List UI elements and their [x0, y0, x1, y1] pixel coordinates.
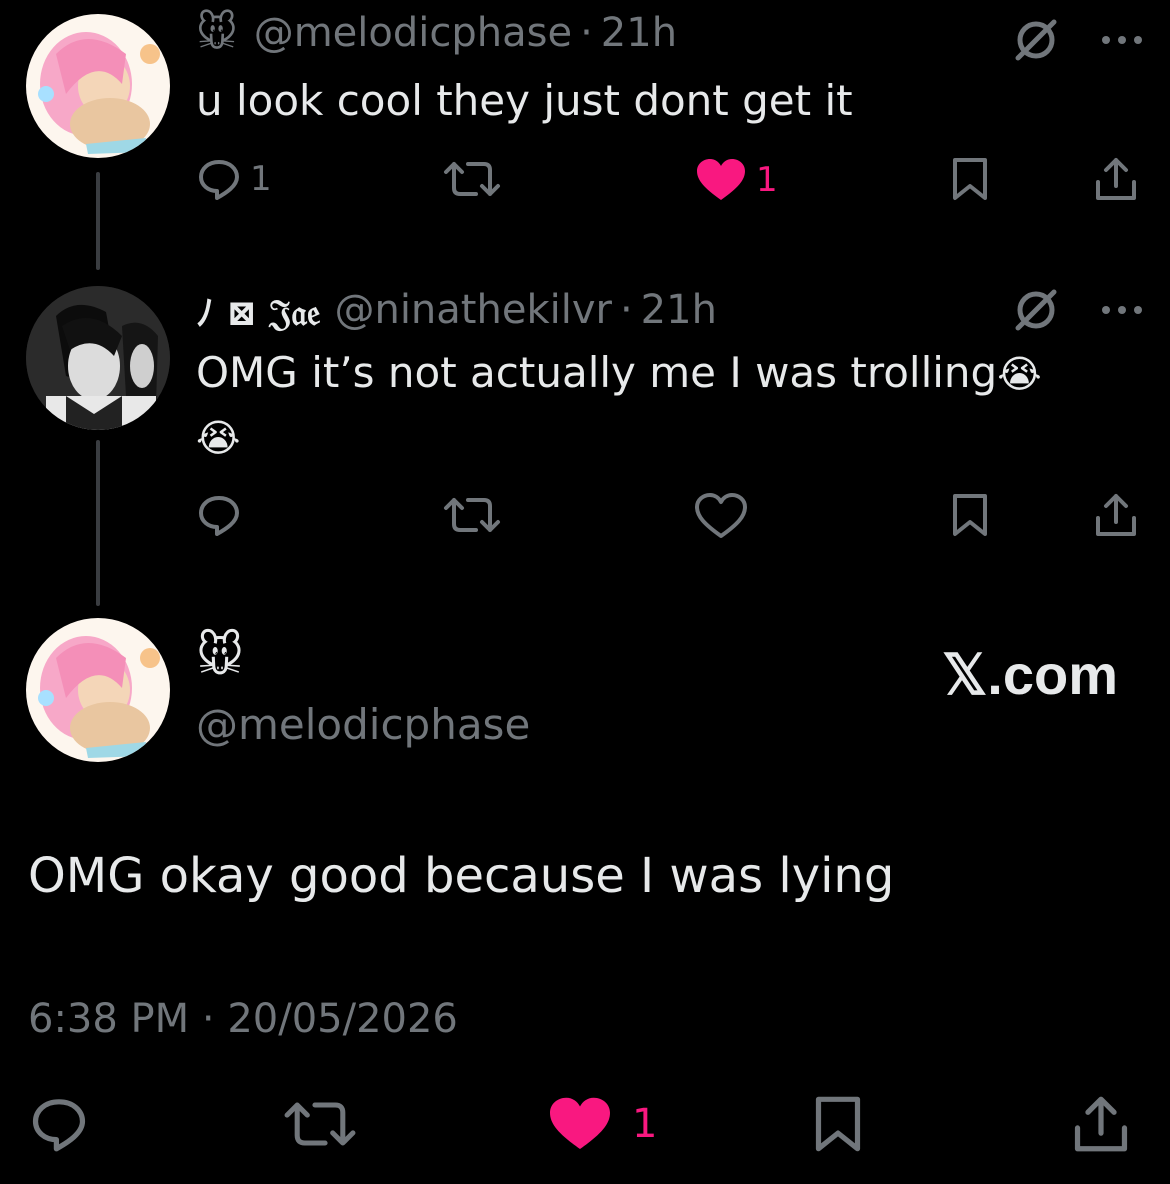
- avatar-melodicphase[interactable]: [26, 14, 170, 158]
- tweet-corner-icons: [1012, 18, 1144, 62]
- reply-icon: [196, 492, 242, 538]
- tweet-time[interactable]: 21h: [601, 10, 677, 56]
- user-handle[interactable]: @melodicphase: [254, 10, 572, 56]
- user-handle[interactable]: @melodicphase: [196, 700, 530, 749]
- bookmark-button[interactable]: [812, 1094, 864, 1154]
- share-button[interactable]: [1094, 156, 1138, 202]
- reply-button[interactable]: [28, 1094, 90, 1154]
- main-tweet-action-bar: 1: [28, 1094, 1138, 1154]
- thread-page: 🐭 @melodicphase · 21h u look cool they j…: [0, 0, 1170, 1184]
- tweet-time[interactable]: 21h: [641, 287, 717, 333]
- bookmark-icon: [950, 156, 990, 202]
- separator-dot: ·: [580, 10, 593, 56]
- reply-icon: [28, 1094, 90, 1154]
- share-icon: [1094, 492, 1138, 538]
- heart-icon: [694, 492, 748, 540]
- heart-icon: [546, 1094, 614, 1154]
- bookmark-icon: [812, 1094, 864, 1154]
- reply-button[interactable]: [196, 492, 242, 538]
- thread-connector-line: [96, 172, 100, 270]
- share-button[interactable]: [1072, 1094, 1130, 1154]
- tweet-timestamp[interactable]: 6:38 PM · 20/05/2026: [28, 996, 458, 1042]
- display-name[interactable]: ﾉ ⊠ 𝔍𝔞𝔢: [196, 284, 320, 336]
- bookmark-button[interactable]: [950, 492, 990, 538]
- grok-icon[interactable]: [1012, 18, 1060, 62]
- like-count: 1: [632, 1101, 658, 1147]
- avatar-ninathekilvr[interactable]: [26, 286, 170, 430]
- tweet-header: ﾉ ⊠ 𝔍𝔞𝔢 @ninathekilvr · 21h: [196, 284, 717, 336]
- retweet-button[interactable]: [442, 156, 502, 202]
- main-tweet-text: OMG okay good because I was lying: [28, 848, 895, 904]
- tweet-text-body: OMG it’s not actually me I was trolling: [196, 348, 998, 397]
- bookmark-icon: [950, 492, 990, 538]
- retweet-button[interactable]: [282, 1094, 358, 1154]
- thread-connector-line: [96, 440, 100, 606]
- like-button[interactable]: 1: [546, 1094, 657, 1154]
- more-icon[interactable]: [1100, 304, 1144, 316]
- heart-icon: [694, 156, 748, 204]
- more-icon[interactable]: [1100, 34, 1144, 46]
- x-com-watermark: 𝕏.com: [942, 643, 1118, 706]
- share-icon: [1072, 1094, 1130, 1154]
- grok-icon[interactable]: [1012, 288, 1060, 332]
- share-button[interactable]: [1094, 492, 1138, 538]
- crying-emoji: 😭: [196, 416, 241, 460]
- crying-emoji: 😭: [997, 352, 1042, 396]
- like-button[interactable]: 1: [694, 156, 778, 204]
- display-name-emoji[interactable]: 🐭: [196, 628, 244, 682]
- separator-dot: ·: [619, 287, 633, 333]
- retweet-button[interactable]: [442, 492, 502, 538]
- retweet-icon: [282, 1094, 358, 1154]
- tweet-action-bar: [196, 492, 1146, 542]
- display-name-emoji[interactable]: 🐭: [196, 10, 238, 56]
- reply-icon: [196, 156, 242, 202]
- bookmark-button[interactable]: [950, 156, 990, 202]
- reply-button[interactable]: 1: [196, 156, 272, 202]
- tweet-header: 🐭 @melodicphase · 21h: [196, 10, 677, 56]
- user-handle[interactable]: @ninathekilvr: [334, 287, 611, 333]
- tweet-corner-icons: [1012, 288, 1144, 332]
- like-button[interactable]: [694, 492, 748, 540]
- retweet-icon: [442, 492, 502, 538]
- share-icon: [1094, 156, 1138, 202]
- tweet-text: u look cool they just dont get it: [196, 76, 853, 125]
- avatar-melodicphase[interactable]: [26, 618, 170, 762]
- retweet-icon: [442, 156, 502, 202]
- tweet-text-line-2: 😭: [196, 408, 240, 467]
- like-count: 1: [756, 160, 778, 200]
- tweet-action-bar: 1 1: [196, 156, 1146, 206]
- reply-count: 1: [250, 159, 272, 199]
- tweet-text: OMG it’s not actually me I was trolling😭: [196, 344, 1042, 403]
